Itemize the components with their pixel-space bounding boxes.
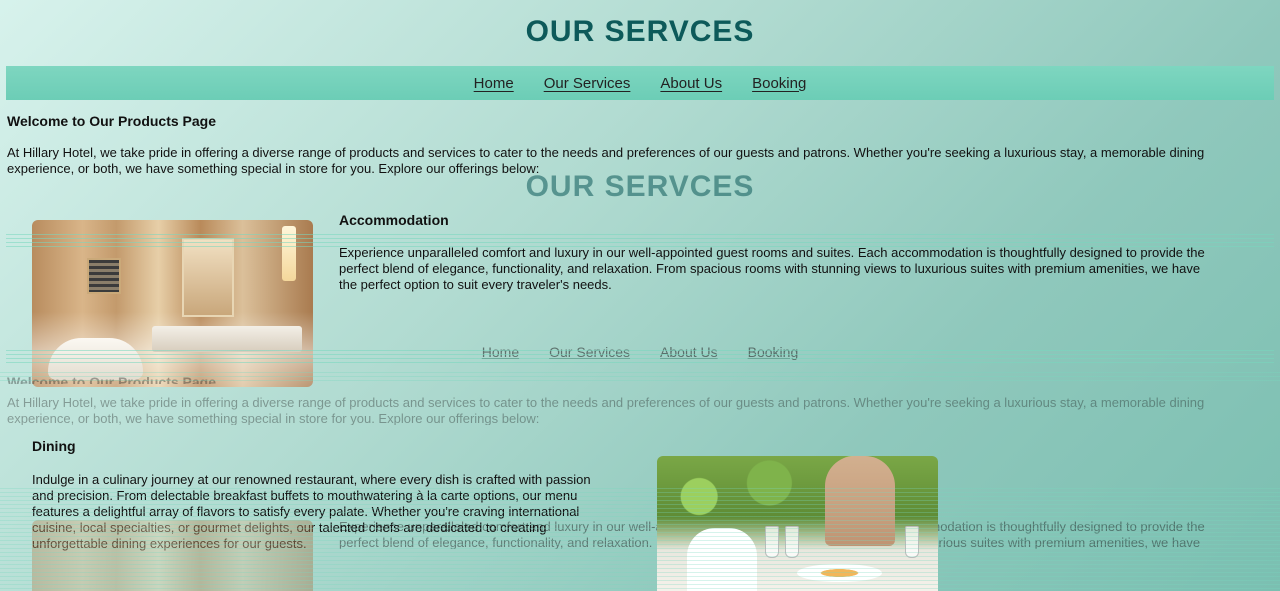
ghost-nav-bar: Home Our Services About Us Booking <box>6 344 1274 362</box>
ghost-nav-booking: Booking <box>747 344 799 360</box>
ghost-intro-text: At Hillary Hotel, we take pride in offer… <box>7 395 1205 425</box>
nav-link-about-us[interactable]: About Us <box>660 75 722 92</box>
dining-guest-shirt <box>687 528 757 591</box>
ghost-nav-about-us: About Us <box>660 344 718 360</box>
nav-bar: Home Our Services About Us Booking <box>6 66 1274 100</box>
nav-link-our-services[interactable]: Our Services <box>544 75 631 92</box>
dining-heading: Dining <box>32 438 76 454</box>
wine-glass <box>785 526 799 558</box>
accommodation-text: Experience unparalleled comfort and luxu… <box>339 245 1205 292</box>
welcome-heading: Welcome to Our Products Page <box>7 113 217 129</box>
ghost-page-title: OUR SERVCES <box>525 170 755 198</box>
room-window <box>87 258 121 294</box>
page-title: OUR SERVCES <box>525 15 755 48</box>
food-plate <box>797 564 882 582</box>
nav-link-booking[interactable]: Booking <box>752 75 806 92</box>
wine-glass <box>765 526 779 558</box>
room-lamp <box>282 226 296 281</box>
wine-glass <box>905 526 919 558</box>
ghost-nav-our-services: Our Services <box>549 344 631 360</box>
dining-person <box>825 456 895 546</box>
room-mirror <box>182 238 234 317</box>
ghost-accommodation-image <box>32 520 313 591</box>
dining-image <box>657 456 938 591</box>
ghost-welcome-heading: Welcome to Our Products Page <box>7 374 217 384</box>
accommodation-heading: Accommodation <box>339 212 449 228</box>
nav-link-home[interactable]: Home <box>474 75 514 92</box>
ghost-nav-home: Home <box>481 344 520 360</box>
